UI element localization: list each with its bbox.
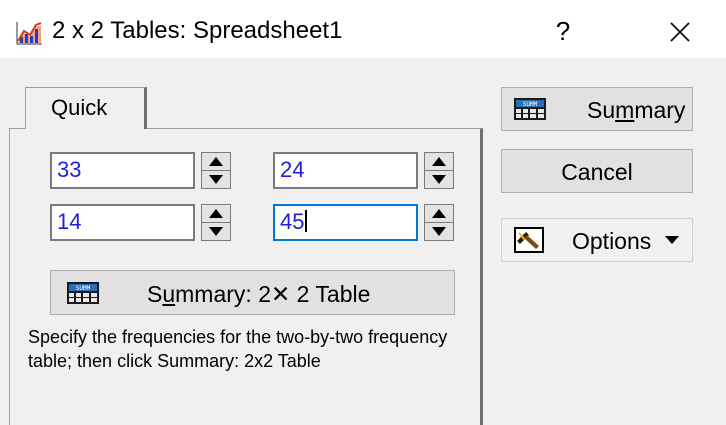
- cancel-button-label: Cancel: [561, 159, 633, 185]
- summary-button[interactable]: SUMM Summary: [501, 87, 693, 131]
- summary-button-label: Summary: [587, 97, 686, 123]
- cell-c-input[interactable]: 14: [50, 204, 195, 241]
- cell-a-value: 33: [57, 157, 82, 182]
- cell-b-spinner[interactable]: [424, 152, 454, 189]
- summary-2x2-label: Summary: 2✕ 2 Table: [147, 281, 371, 307]
- cancel-button[interactable]: Cancel: [501, 149, 693, 193]
- cell-d-down-arrow-icon[interactable]: [425, 223, 453, 240]
- chart-icon: [14, 19, 44, 47]
- summary-grid-icon: SUMM: [67, 282, 99, 304]
- cell-d-up-arrow-icon[interactable]: [425, 205, 453, 223]
- cell-b-value: 24: [280, 157, 305, 182]
- cell-d-value: 45: [280, 209, 305, 234]
- cell-d-input[interactable]: 45: [273, 204, 418, 241]
- cell-a-up-arrow-icon[interactable]: [202, 153, 230, 171]
- text-caret: [305, 210, 308, 232]
- cell-b-up-arrow-icon[interactable]: [425, 153, 453, 171]
- cell-c-down-arrow-icon[interactable]: [202, 223, 230, 240]
- summary-2x2-button[interactable]: SUMM Summary: 2✕ 2 Table: [50, 270, 455, 315]
- cell-a-spinner[interactable]: [201, 152, 231, 189]
- tab-quick[interactable]: Quick: [25, 87, 147, 129]
- options-button-label: Options: [572, 228, 652, 254]
- options-icon: [514, 227, 544, 253]
- cell-d-spinner[interactable]: [424, 204, 454, 241]
- instructions-text: Specify the frequencies for the two-by-t…: [28, 327, 448, 371]
- cell-a-down-arrow-icon[interactable]: [202, 171, 230, 188]
- options-button[interactable]: Options: [501, 218, 693, 262]
- help-button[interactable]: ?: [548, 14, 578, 48]
- summary-grid-icon: SUMM: [514, 98, 546, 120]
- svg-text:SUMM: SUMM: [76, 285, 91, 292]
- window-title: 2 x 2 Tables: Spreadsheet1: [52, 17, 343, 44]
- caret-down-icon: [665, 236, 679, 244]
- cell-c-spinner[interactable]: [201, 204, 231, 241]
- close-icon[interactable]: [668, 20, 692, 44]
- cell-c-up-arrow-icon[interactable]: [202, 205, 230, 223]
- title-bar: 2 x 2 Tables: Spreadsheet1 ?: [0, 0, 726, 58]
- svg-text:SUMM: SUMM: [523, 101, 538, 108]
- cell-a-input[interactable]: 33: [50, 152, 195, 189]
- cell-b-input[interactable]: 24: [273, 152, 418, 189]
- cell-c-value: 14: [57, 209, 82, 234]
- tab-quick-label: Quick: [51, 95, 108, 120]
- cell-b-down-arrow-icon[interactable]: [425, 171, 453, 188]
